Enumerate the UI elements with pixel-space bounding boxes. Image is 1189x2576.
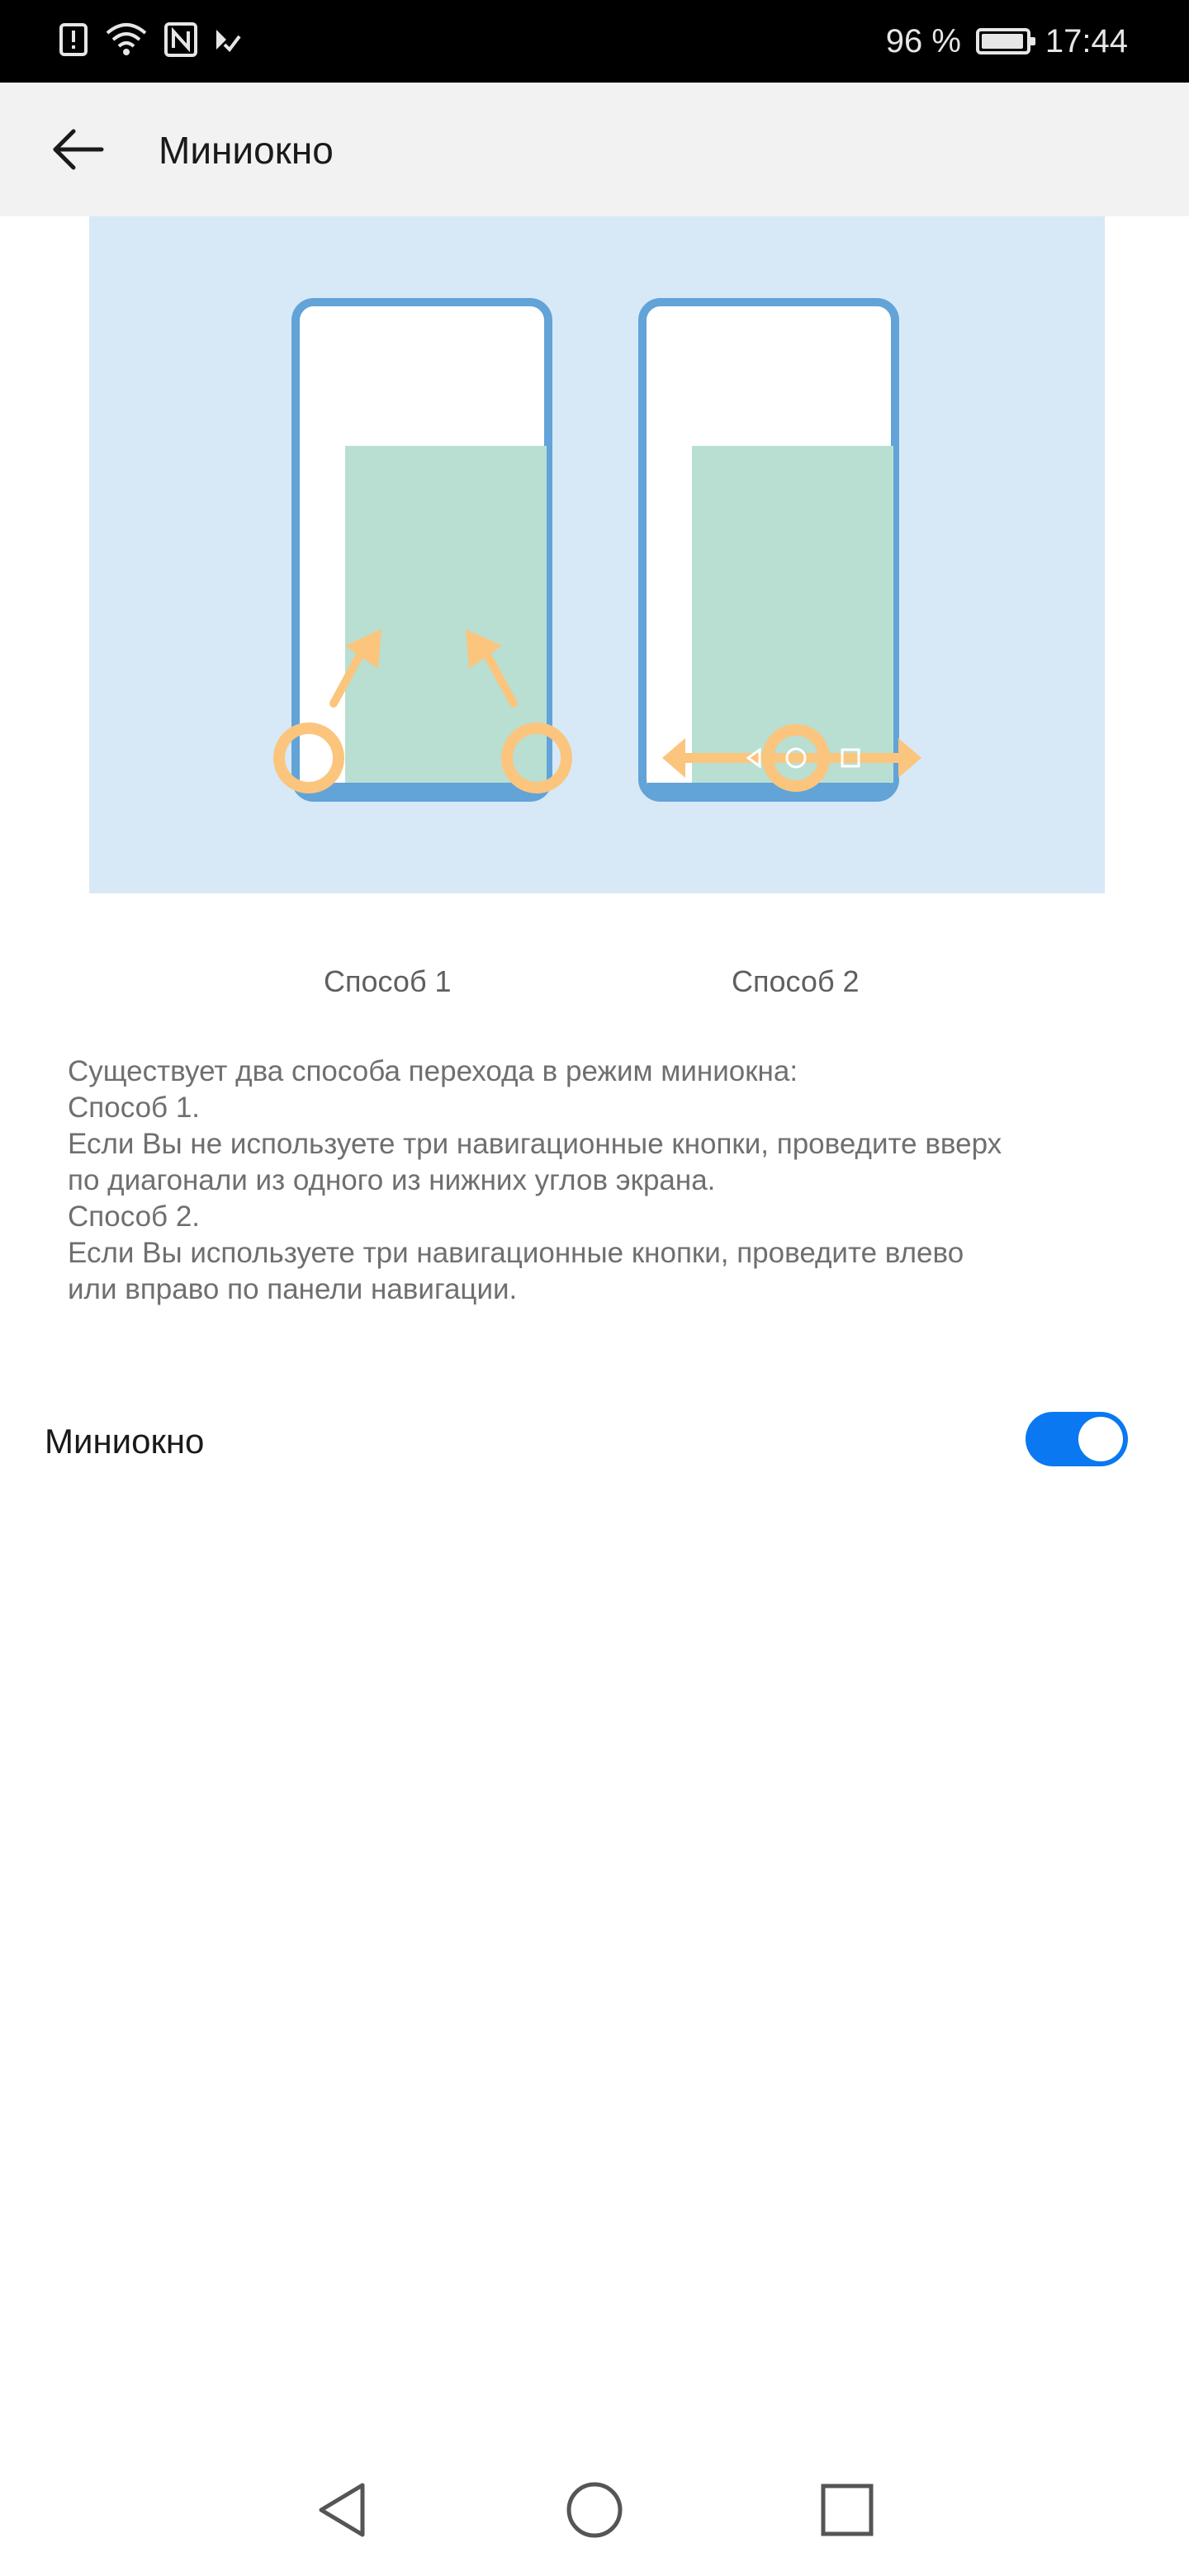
description-line: Способ 1. — [68, 1091, 201, 1124]
mini-window-setting-row[interactable]: Миниокно — [0, 1404, 1189, 1476]
swipe-right-arrow — [898, 738, 921, 778]
battery-percent: 96 % — [885, 22, 961, 59]
navigation-bar — [0, 2444, 1189, 2576]
back-button[interactable] — [36, 112, 119, 187]
nfc-icon — [163, 21, 198, 62]
battery-icon — [975, 28, 1035, 54]
description-line: Если Вы используете три навигационные кн… — [68, 1237, 964, 1269]
status-icons-right: 96 % 17:44 — [886, 18, 1128, 64]
description-line: по диагонали из одного из нижних углов э… — [68, 1164, 716, 1196]
nav-back-button[interactable] — [301, 2469, 383, 2551]
recents-square-icon — [821, 2484, 874, 2536]
wifi-icon — [104, 21, 149, 62]
status-icons-left — [58, 18, 243, 64]
arrow-left-icon — [53, 129, 104, 170]
battery-level-fill — [981, 34, 1023, 49]
illustration-drawing — [273, 298, 921, 802]
status-bar: 96 % 17:44 — [0, 0, 1189, 83]
toggle-knob — [1078, 1417, 1123, 1461]
nav-home-button[interactable] — [553, 2469, 636, 2551]
check-notification-icon — [213, 23, 243, 60]
description-text: Существует два способа перехода в режим … — [68, 1054, 1133, 1308]
description-line: Способ 2. — [68, 1200, 201, 1233]
app-bar: Миниокно — [0, 83, 1189, 216]
description-line: Если Вы не используете три навигационные… — [68, 1128, 1002, 1160]
mini-window-toggle[interactable] — [1026, 1412, 1128, 1466]
phone-method2 — [638, 298, 921, 802]
alert-icon — [58, 21, 89, 62]
home-circle-icon — [566, 2482, 623, 2538]
mini-window-setting-label: Миниокно — [45, 1422, 205, 1461]
phone-method1 — [273, 298, 572, 802]
page-title: Миниокно — [159, 129, 334, 172]
clock: 17:44 — [1045, 22, 1128, 59]
nav-recents-button[interactable] — [806, 2469, 888, 2551]
back-triangle-icon — [319, 2483, 365, 2537]
gesture-illustration — [89, 216, 1105, 893]
caption-method1: Способ 1 — [324, 964, 452, 998]
description-line: Существует два способа перехода в режим … — [68, 1055, 798, 1087]
description-line: или вправо по панели навигации. — [68, 1273, 518, 1305]
caption-method2: Способ 2 — [732, 964, 860, 998]
